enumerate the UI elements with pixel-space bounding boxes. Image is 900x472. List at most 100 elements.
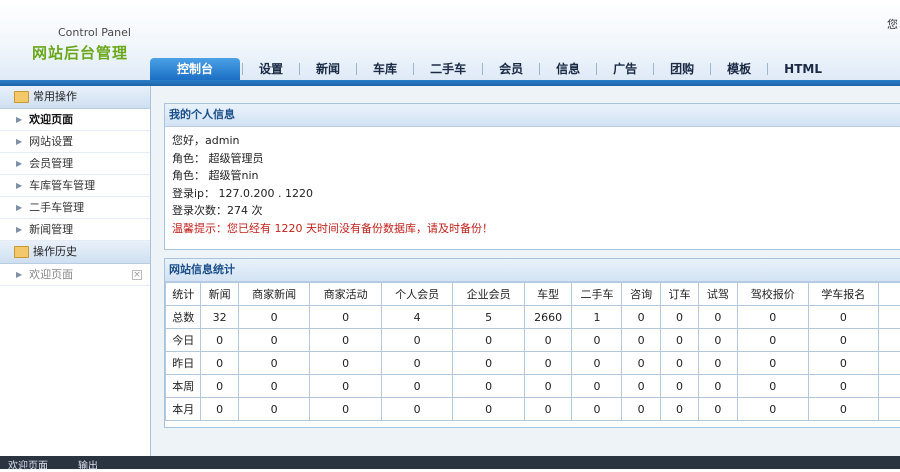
chevron-right-icon: ▶ (16, 153, 22, 174)
table-cell: 0 (238, 398, 310, 421)
sidebar-item[interactable]: ▶ 会员管理 (0, 153, 150, 175)
table-cell: 0 (660, 375, 698, 398)
sidebar-item-label: 车库管车管理 (29, 175, 95, 196)
table-cell: 商家活动 (310, 283, 382, 306)
table-cell: 今日 (166, 329, 201, 352)
sidebar-section-label: 操作历史 (33, 241, 77, 263)
table-cell: 0 (453, 375, 525, 398)
table-cell: 0 (310, 306, 382, 329)
table-cell: 0 (809, 352, 879, 375)
nav-separator (767, 63, 768, 75)
sidebar: 常用操作 ▶欢迎页面▶网站设置▶会员管理▶车库管车管理▶二手车管理▶新闻管理 操… (0, 86, 151, 456)
nav-tab[interactable]: 新闻 (302, 58, 354, 80)
sidebar-section-history[interactable]: 操作历史 (0, 241, 150, 264)
taskbar-item[interactable]: 输出 (78, 457, 98, 472)
table-cell: 0 (622, 352, 660, 375)
chevron-right-icon: ▶ (16, 264, 22, 285)
table-cell: 0 (381, 352, 453, 375)
history-item-welcome[interactable]: ▶ 欢迎页面 × (0, 264, 150, 286)
table-cell: 0 (622, 329, 660, 352)
sidebar-item[interactable]: ▶欢迎页面 (0, 109, 150, 131)
table-cell (878, 375, 900, 398)
login-ip-text: 登录ip： 127.0.200 . 1220 (165, 185, 900, 203)
nav-tab[interactable]: 控制台 (150, 58, 240, 80)
table-cell: 5 (453, 306, 525, 329)
table-row: 统计新闻商家新闻商家活动个人会员企业会员车型二手车咨询订车试驾驾校报价学车报名 (166, 283, 900, 306)
nav-separator (413, 63, 414, 75)
folder-icon (14, 91, 29, 103)
table-cell: 0 (809, 306, 879, 329)
table-cell: 0 (737, 352, 809, 375)
table-cell: 0 (737, 398, 809, 421)
sidebar-item-label: 新闻管理 (29, 219, 73, 240)
table-cell: 订车 (660, 283, 698, 306)
table-cell: 0 (310, 375, 382, 398)
table-cell: 0 (310, 329, 382, 352)
table-cell: 0 (737, 306, 809, 329)
table-row: 昨日000000000000 (166, 352, 900, 375)
table-cell: 0 (809, 398, 879, 421)
table-cell: 0 (201, 329, 238, 352)
nav-tab[interactable]: 设置 (245, 58, 297, 80)
table-cell: 0 (453, 329, 525, 352)
sidebar-section-common[interactable]: 常用操作 (0, 86, 150, 109)
table-cell: 2660 (524, 306, 572, 329)
sidebar-item-label: 会员管理 (29, 153, 73, 174)
table-cell: 0 (201, 352, 238, 375)
site-stats-panel: 网站信息统计 统计新闻商家新闻商家活动个人会员企业会员车型二手车咨询订车试驾驾校… (164, 258, 900, 428)
nav-tab[interactable]: 车库 (359, 58, 411, 80)
table-cell: 0 (809, 375, 879, 398)
taskbar: 欢迎页面 输出 (0, 456, 900, 469)
personal-info-panel: 我的个人信息 您好，admin 角色： 超级管理员 角色： 超级管nin 登录i… (164, 103, 900, 250)
nav-tab[interactable]: 广告 (599, 58, 651, 80)
nav-tab[interactable]: 团购 (656, 58, 708, 80)
sidebar-item[interactable]: ▶新闻管理 (0, 219, 150, 241)
sidebar-item[interactable]: ▶二手车管理 (0, 197, 150, 219)
table-cell (878, 352, 900, 375)
sidebar-item[interactable]: ▶网站设置 (0, 131, 150, 153)
table-cell: 0 (310, 352, 382, 375)
table-cell: 二手车 (572, 283, 622, 306)
history-item-label: 欢迎页面 (29, 264, 73, 285)
table-cell: 0 (737, 375, 809, 398)
table-cell: 0 (381, 329, 453, 352)
main-content: 我的个人信息 您好，admin 角色： 超级管理员 角色： 超级管nin 登录i… (151, 86, 900, 456)
nav-tab[interactable]: 信息 (542, 58, 594, 80)
table-cell: 咨询 (622, 283, 660, 306)
taskbar-item[interactable]: 欢迎页面 (8, 457, 48, 472)
close-icon[interactable]: × (132, 270, 142, 280)
table-cell: 0 (238, 306, 310, 329)
nav-tab[interactable]: 二手车 (416, 58, 480, 80)
sidebar-item-label: 二手车管理 (29, 197, 84, 218)
table-cell: 0 (453, 398, 525, 421)
nav-separator (710, 63, 711, 75)
table-cell: 0 (572, 398, 622, 421)
table-cell: 0 (699, 352, 737, 375)
table-cell: 试驾 (699, 283, 737, 306)
table-cell: 0 (699, 398, 737, 421)
table-cell: 个人会员 (381, 283, 453, 306)
stats-table: 统计新闻商家新闻商家活动个人会员企业会员车型二手车咨询订车试驾驾校报价学车报名总… (165, 282, 900, 421)
nav-tab[interactable]: 模板 (713, 58, 765, 80)
header: Control Panel 网站后台管理 您 控制台设置新闻车库二手车会员信息广… (0, 0, 900, 80)
table-row: 本周000000000000 (166, 375, 900, 398)
panel-title: 我的个人信息 (165, 104, 900, 127)
table-cell: 0 (660, 306, 698, 329)
table-cell: 0 (453, 352, 525, 375)
sidebar-item[interactable]: ▶车库管车管理 (0, 175, 150, 197)
table-cell: 0 (660, 352, 698, 375)
nav-separator (482, 63, 483, 75)
sidebar-item-label: 网站设置 (29, 131, 73, 152)
logo-subtitle: Control Panel (58, 26, 131, 39)
table-cell: 0 (238, 352, 310, 375)
table-cell: 0 (699, 329, 737, 352)
table-cell: 0 (201, 375, 238, 398)
table-cell: 新闻 (201, 283, 238, 306)
table-cell: 0 (238, 375, 310, 398)
table-cell: 0 (737, 329, 809, 352)
login-count-text: 登录次数：274 次 (165, 202, 900, 220)
nav-separator (356, 63, 357, 75)
nav-tab[interactable]: HTML (770, 58, 836, 80)
table-cell: 0 (381, 398, 453, 421)
nav-tab[interactable]: 会员 (485, 58, 537, 80)
